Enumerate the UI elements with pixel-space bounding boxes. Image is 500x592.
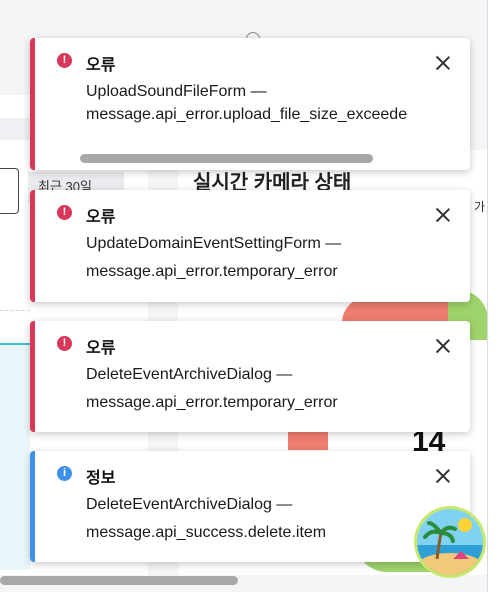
- close-icon[interactable]: [435, 207, 451, 223]
- user-avatar[interactable]: [417, 509, 483, 575]
- toast-message: message.api_error.temporary_error: [86, 394, 338, 411]
- toast-title: 오류: [86, 209, 116, 226]
- toast-title: 오류: [86, 340, 116, 357]
- toast-notification: ! 오류 UpdateDomainEventSettingForm — mess…: [30, 190, 470, 302]
- toast-message: message.api_success.delete.item: [86, 524, 327, 541]
- beach-avatar-icon: [417, 509, 483, 575]
- close-icon[interactable]: [435, 338, 451, 354]
- horizontal-scrollbar[interactable]: [0, 576, 238, 585]
- page-scrollbar-track[interactable]: [487, 0, 500, 592]
- close-icon[interactable]: [435, 55, 451, 71]
- toast-source: DeleteEventArchiveDialog —: [86, 366, 293, 383]
- close-icon[interactable]: [435, 468, 451, 484]
- chart-area: [0, 345, 30, 570]
- background-select[interactable]: [0, 168, 19, 214]
- exclamation-icon: !: [57, 205, 72, 220]
- info-icon: i: [57, 466, 72, 481]
- exclamation-icon: !: [57, 336, 72, 351]
- toast-source: UpdateDomainEventSettingForm —: [86, 235, 342, 252]
- toast-source: UploadSoundFileForm —: [86, 83, 267, 100]
- chart-line: [0, 343, 30, 345]
- toast-notification: ! 오류 DeleteEventArchiveDialog — message.…: [30, 321, 470, 432]
- toast-message: message.api_error.upload_file_size_excee…: [86, 106, 408, 123]
- toast-source: DeleteEventArchiveDialog —: [86, 496, 293, 513]
- toast-message: message.api_error.temporary_error: [86, 263, 338, 280]
- toast-notification: ! 오류 UploadSoundFileForm — message.api_e…: [30, 38, 470, 170]
- toast-message-scroller[interactable]: message.api_error.upload_file_size_excee…: [86, 106, 408, 132]
- toast-title: 정보: [86, 470, 116, 487]
- exclamation-icon: !: [57, 53, 72, 68]
- chart-gridline: [0, 310, 30, 311]
- toast-scrollbar[interactable]: [80, 154, 373, 163]
- toast-title: 오류: [86, 57, 116, 74]
- background-right-text: 가: [474, 200, 486, 214]
- toast-notification: i 정보 DeleteEventArchiveDialog — message.…: [30, 451, 470, 562]
